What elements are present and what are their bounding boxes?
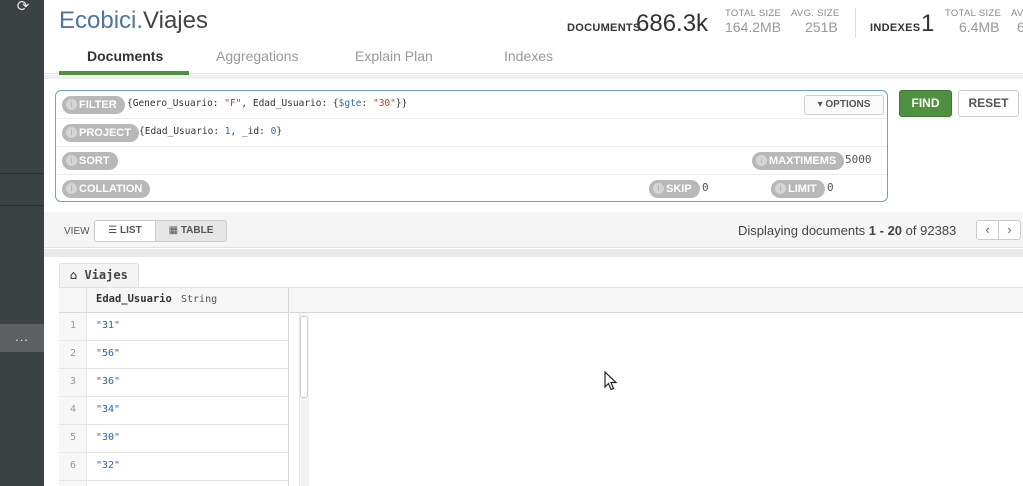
sidebar-more-button[interactable]: ... xyxy=(0,324,44,352)
documents-count: 686.3k xyxy=(636,10,709,37)
collection-tab[interactable]: ⌂ Viajes xyxy=(59,263,139,287)
sidebar-divider xyxy=(0,205,44,206)
index-avg-size-value: 6 xyxy=(1017,19,1023,35)
info-icon: i xyxy=(653,183,664,194)
home-icon: ⌂ xyxy=(70,268,78,282)
find-button[interactable]: FIND xyxy=(899,90,952,117)
sidebar-divider xyxy=(0,173,44,174)
scrollbar-thumb[interactable] xyxy=(300,316,308,398)
column-header-type: String xyxy=(181,294,218,305)
column-divider xyxy=(288,288,289,313)
collection-name: Viajes xyxy=(143,7,208,34)
next-page-button[interactable]: › xyxy=(998,220,1021,240)
maxtimems-pill: i MAXTIMEMS xyxy=(752,152,845,170)
tabs-divider xyxy=(44,73,1023,74)
row-number: 4 xyxy=(69,404,77,415)
avg-size-label: AVG. SIZE xyxy=(791,8,840,19)
table-row[interactable]: 5 "30" xyxy=(59,425,289,453)
info-icon: i xyxy=(66,155,77,166)
info-icon: i xyxy=(66,183,77,194)
table-row[interactable]: 4 "34" xyxy=(59,397,289,425)
info-icon: i xyxy=(756,155,767,166)
indexes-label: INDEXES xyxy=(870,22,921,34)
maxtimems-input[interactable]: 5000 xyxy=(845,153,872,166)
row-number: 1 xyxy=(69,320,77,331)
sort-pill: i SORT xyxy=(62,152,118,170)
table-row[interactable]: 1 "31" xyxy=(59,313,289,341)
stats-divider xyxy=(855,8,856,38)
reset-button[interactable]: RESET xyxy=(958,90,1019,117)
tab-explain-plan[interactable]: Explain Plan xyxy=(355,48,433,64)
skip-pill: i SKIP xyxy=(649,180,700,198)
cell-value[interactable]: "56" xyxy=(96,341,120,367)
table-view-button[interactable]: ▦ TABLE xyxy=(155,220,227,242)
limit-pill: i LIMIT xyxy=(771,180,825,198)
info-icon: i xyxy=(775,183,786,194)
skip-input[interactable]: 0 xyxy=(702,181,709,194)
limit-input[interactable]: 0 xyxy=(827,181,834,194)
table-row[interactable]: 3 "36" xyxy=(59,369,289,397)
index-total-size-label: TOTAL SIZE xyxy=(945,8,1002,19)
tab-indexes[interactable]: Indexes xyxy=(504,48,553,64)
tab-aggregations[interactable]: Aggregations xyxy=(216,48,299,64)
total-size-label: TOTAL SIZE xyxy=(725,8,782,19)
indexes-count: 1 xyxy=(921,10,935,37)
row-number: 3 xyxy=(69,376,77,387)
left-sidebar: ⟳ ... xyxy=(0,0,44,486)
list-icon: ☰ xyxy=(108,225,118,236)
collation-pill: i COLLATION xyxy=(62,180,151,198)
prev-page-button[interactable]: ‹ xyxy=(976,220,999,240)
tab-documents[interactable]: Documents xyxy=(87,48,163,64)
project-row: i PROJECT {Edad_Usuario: 1, _id: 0} xyxy=(56,119,887,147)
refresh-icon[interactable]: ⟳ xyxy=(14,0,32,16)
collation-row: i COLLATION i SKIP 0 i LIMIT 0 xyxy=(56,175,887,201)
cell-value[interactable]: "34" xyxy=(96,397,120,423)
rownum-header xyxy=(59,288,87,313)
cell-value[interactable]: "30" xyxy=(96,425,120,451)
list-view-button[interactable]: ☰ LIST xyxy=(94,220,156,242)
chevron-right-icon: › xyxy=(1007,222,1012,237)
row-number: 6 xyxy=(69,460,77,471)
index-avg-size-label: AV xyxy=(1011,8,1023,19)
chevron-left-icon: ‹ xyxy=(985,222,990,237)
table-icon: ▦ xyxy=(168,225,179,236)
project-pill: i PROJECT xyxy=(62,124,139,142)
column-header-name[interactable]: Edad_Usuario xyxy=(96,293,172,305)
total-size-value: 164.2MB xyxy=(725,19,782,35)
pagination-status: Displaying documents 1 - 20 of 92383 xyxy=(738,223,957,238)
sort-row: i SORT i MAXTIMEMS 5000 xyxy=(56,147,887,175)
project-input[interactable]: {Edad_Usuario: 1, _id: 0} xyxy=(139,126,282,137)
table-row[interactable]: 6 "32" xyxy=(59,453,289,481)
row-number: 5 xyxy=(69,432,77,443)
cell-value[interactable]: "31" xyxy=(96,313,120,339)
info-icon: i xyxy=(66,127,77,138)
avg-size-value: 251B xyxy=(805,19,838,35)
row-number: 2 xyxy=(69,348,77,359)
options-button[interactable]: ▾ OPTIONS xyxy=(804,95,884,115)
separator-band xyxy=(44,249,1023,257)
mouse-cursor-icon xyxy=(604,371,618,391)
page-title: Ecobici.Viajes xyxy=(59,7,208,35)
view-label: VIEW xyxy=(64,226,90,237)
documents-label: DOCUMENTS xyxy=(567,22,641,34)
cell-value[interactable]: "32" xyxy=(96,453,120,479)
db-name: Ecobici xyxy=(59,7,137,34)
table-row[interactable]: 7 xyxy=(59,481,289,486)
header-band xyxy=(44,75,1023,79)
row-number: 7 xyxy=(59,481,87,486)
column-right-border xyxy=(288,313,289,486)
filter-input[interactable]: {Genero_Usuario: "F", Edad_Usuario: {$gt… xyxy=(127,98,407,109)
query-bar: i FILTER {Genero_Usuario: "F", Edad_Usuar… xyxy=(55,90,888,202)
table-row[interactable]: 2 "56" xyxy=(59,341,289,369)
info-icon: i xyxy=(66,99,77,110)
index-total-size-value: 6.4MB xyxy=(959,19,1000,35)
cell-value[interactable]: "36" xyxy=(96,369,120,395)
filter-row: i FILTER {Genero_Usuario: "F", Edad_Usuar… xyxy=(56,91,887,119)
filter-pill: i FILTER xyxy=(62,96,125,114)
